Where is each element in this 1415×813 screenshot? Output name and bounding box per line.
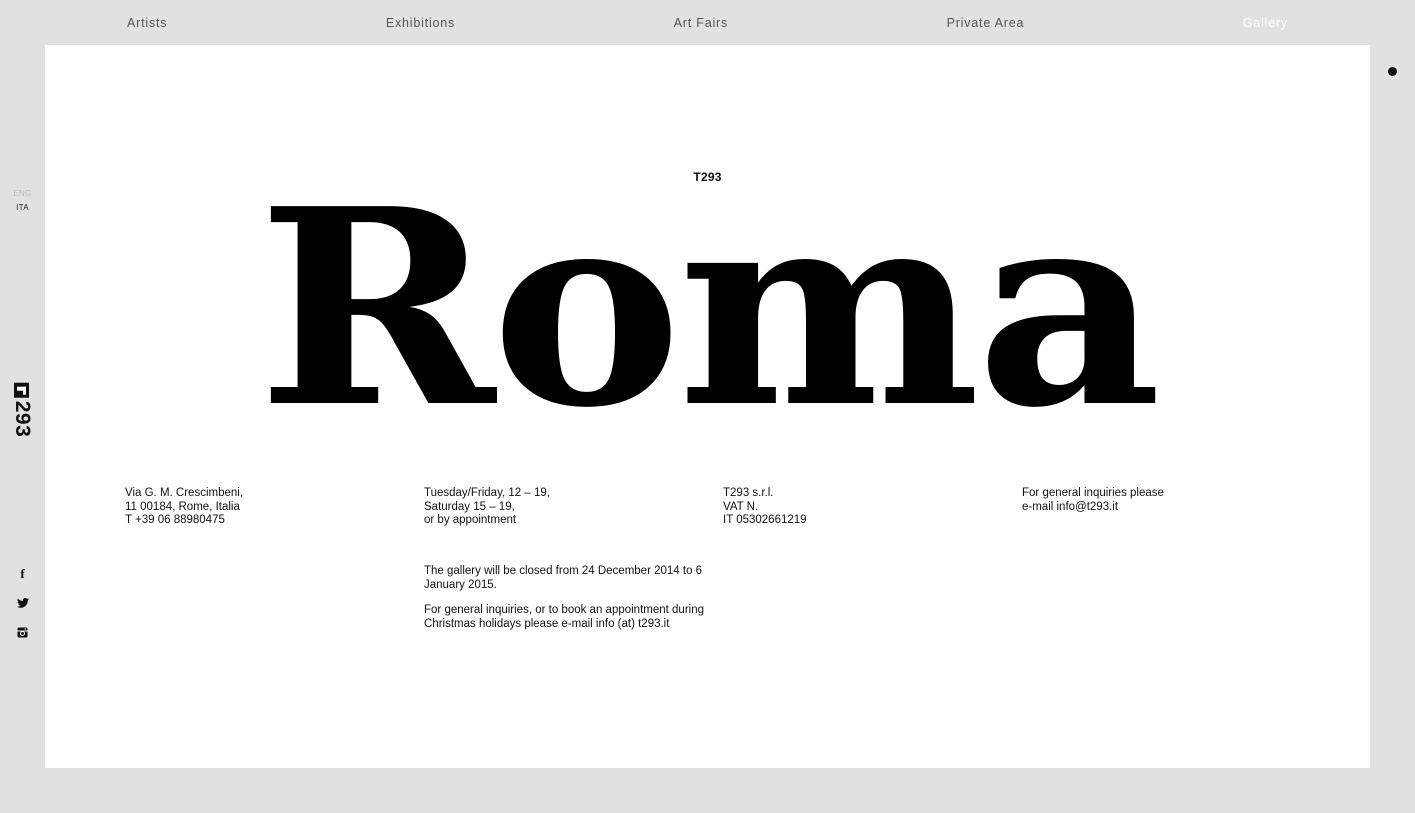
instagram-icon[interactable]: [0, 627, 45, 638]
appointment-notice: For general inquiries, or to book an app…: [424, 604, 705, 630]
inquiries-line: For general inquiries please: [1022, 487, 1164, 499]
address-line: Via G. M. Crescimbeni,: [125, 487, 244, 499]
phone-line: T +39 06 88980475: [125, 514, 225, 526]
closure-notice: The gallery will be closed from 24 Decem…: [424, 565, 703, 591]
gallery-panel: T293 Roma Via G. M. Crescimbeni, 11 0018…: [45, 45, 1370, 768]
nav-artists[interactable]: Artists: [127, 16, 167, 30]
facebook-icon[interactable]: f: [0, 567, 45, 580]
nav-exhibitions[interactable]: Exhibitions: [386, 16, 455, 30]
opening-hours-block: Tuesday/Friday, 12 – 19, Saturday 15 – 1…: [424, 487, 550, 528]
nav-art-fairs[interactable]: Art Fairs: [674, 16, 728, 30]
inquiries-email-link[interactable]: e-mail info@t293.it: [1022, 501, 1164, 515]
address-line: 11 00184, Rome, Italia: [125, 500, 240, 513]
hours-line: Saturday 15 – 19,: [424, 500, 515, 513]
nav-private-area[interactable]: Private Area: [947, 16, 1025, 30]
company-line: IT 05302661219: [723, 514, 807, 526]
address-block: Via G. M. Crescimbeni, 11 00184, Rome, I…: [125, 487, 243, 528]
company-block: T293 s.r.l. VAT N. IT 05302661219: [723, 487, 807, 528]
hours-line: Tuesday/Friday, 12 – 19,: [424, 487, 550, 499]
top-nav: Artists Exhibitions Art Fairs Private Ar…: [45, 0, 1370, 45]
holiday-notice: The gallery will be closed from 24 Decem…: [424, 565, 704, 643]
slide-indicator-dot[interactable]: [1388, 67, 1397, 76]
twitter-icon[interactable]: [0, 598, 45, 608]
inquiries-block: For general inquiries please e-mail info…: [1022, 487, 1164, 514]
nav-gallery[interactable]: Gallery: [1243, 16, 1288, 30]
company-line: T293 s.r.l.: [723, 487, 774, 499]
company-line: VAT N.: [723, 500, 759, 513]
city-title: Roma: [257, 149, 1161, 467]
hours-line: or by appointment: [424, 514, 517, 526]
